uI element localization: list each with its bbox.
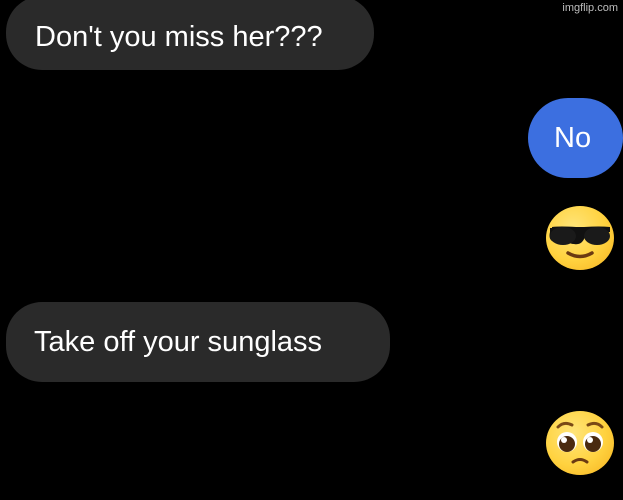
message-text: No [554, 121, 592, 154]
smiling-face-with-sunglasses-icon[interactable] [546, 206, 614, 270]
watermark: imgflip.com [562, 2, 618, 14]
outgoing-message-bubble[interactable]: No [528, 98, 623, 178]
chat-screen: imgflip.com Don't you miss her??? No Tak… [0, 0, 623, 500]
incoming-message-bubble[interactable]: Don't you miss her??? [6, 0, 374, 70]
pleading-face-drawing [556, 421, 604, 464]
message-text: Don't you miss her??? [35, 20, 323, 53]
incoming-message-bubble[interactable]: Take off your sunglass [6, 302, 390, 382]
message-text: Take off your sunglass [34, 325, 323, 358]
sunglasses-face-drawing [549, 226, 610, 259]
pleading-face-icon[interactable] [546, 411, 614, 475]
